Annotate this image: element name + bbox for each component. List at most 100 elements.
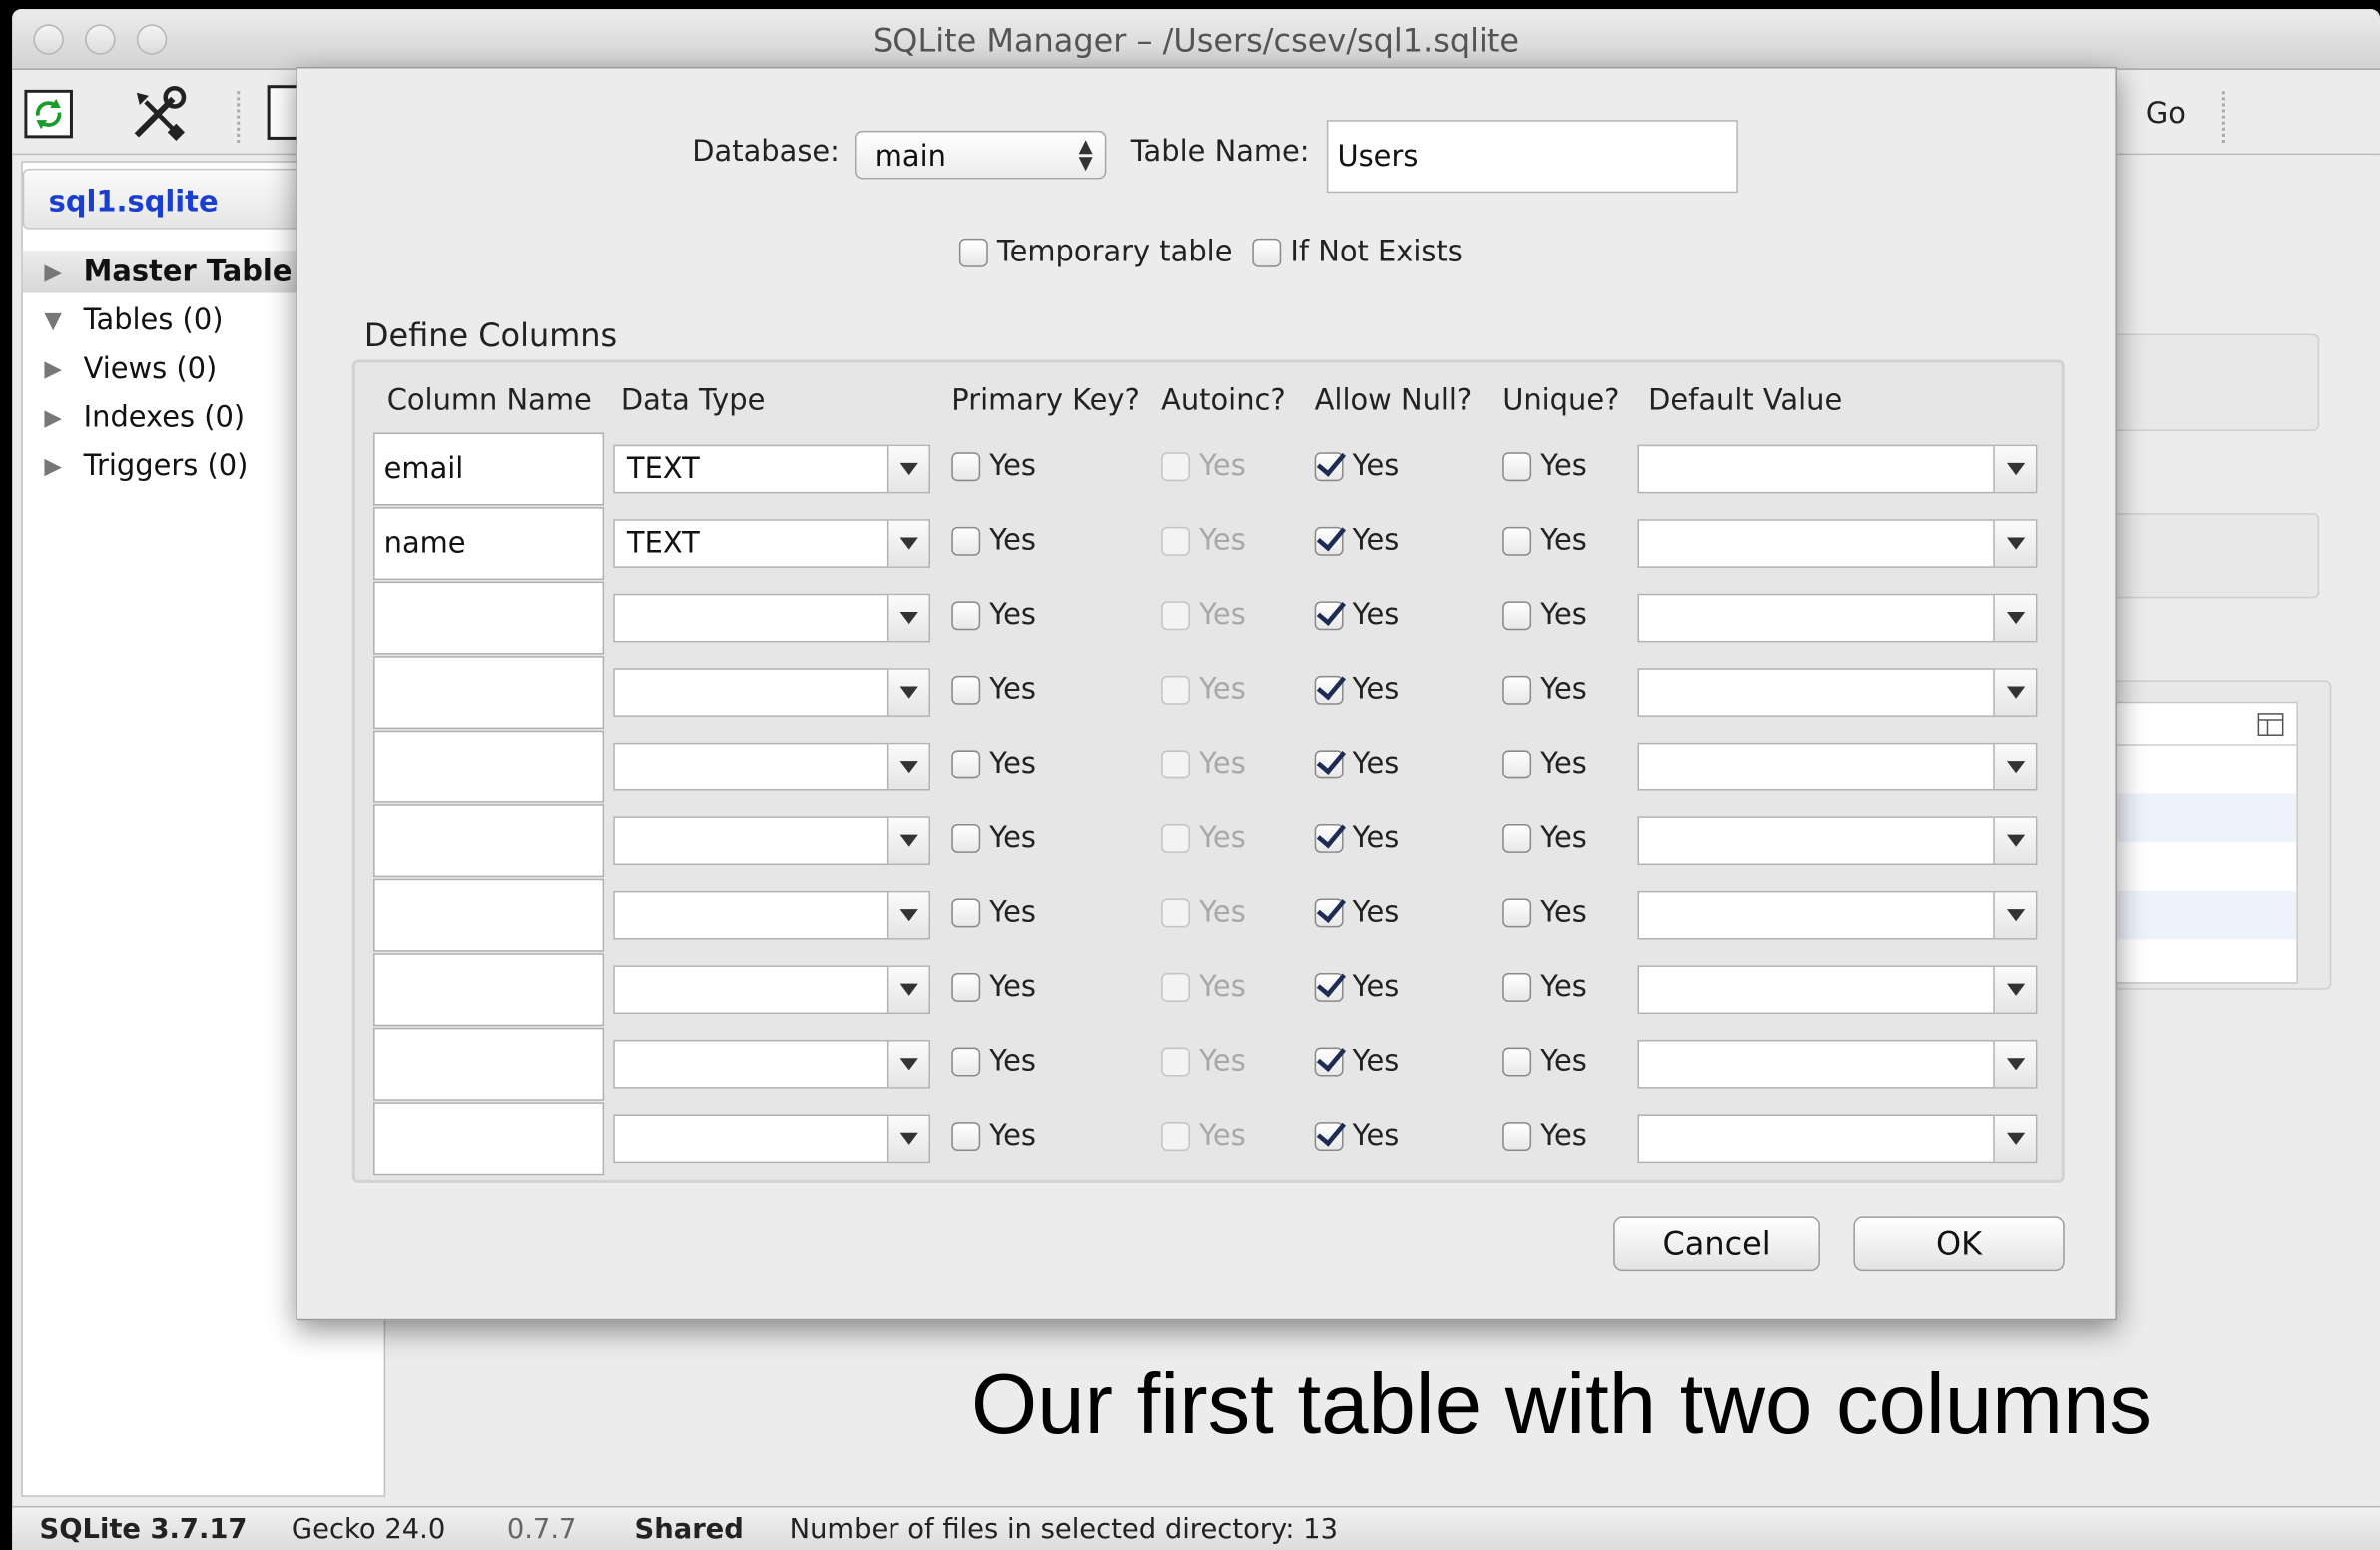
dropdown-button[interactable]	[1993, 669, 2036, 716]
temporary-table-checkbox[interactable]: Temporary table	[958, 236, 1232, 268]
primary-key-checkbox[interactable]: Yes	[951, 598, 1036, 632]
column-name-input[interactable]	[373, 1027, 605, 1101]
unique-checkbox[interactable]: Yes	[1502, 821, 1587, 854]
dropdown-button[interactable]	[886, 669, 929, 716]
column-name-input[interactable]	[373, 804, 605, 878]
checkbox-box[interactable]	[1314, 749, 1344, 778]
data-type-combo[interactable]	[613, 890, 931, 940]
table-name-input[interactable]: Users	[1326, 120, 1738, 194]
dropdown-button[interactable]	[886, 817, 929, 864]
primary-key-checkbox[interactable]: Yes	[951, 524, 1036, 557]
dropdown-button[interactable]	[886, 1041, 929, 1088]
dropdown-button[interactable]	[886, 595, 929, 641]
allow-null-checkbox[interactable]: Yes	[1314, 970, 1399, 1003]
checkbox-box[interactable]	[1502, 526, 1532, 555]
dropdown-button[interactable]	[1993, 817, 2036, 864]
checkbox-box[interactable]	[1502, 1046, 1532, 1076]
unique-checkbox[interactable]: Yes	[1502, 673, 1587, 706]
dropdown-button[interactable]	[886, 966, 929, 1013]
default-value-combo[interactable]	[1637, 444, 2038, 494]
column-name-input[interactable]: email	[373, 432, 605, 506]
checkbox-box[interactable]	[1502, 897, 1532, 927]
checkbox-box[interactable]	[1502, 823, 1532, 853]
default-value-combo[interactable]	[1637, 519, 2038, 568]
unique-checkbox[interactable]: Yes	[1502, 598, 1587, 632]
refresh-button[interactable]	[21, 88, 76, 140]
tools-button[interactable]	[125, 82, 192, 146]
default-value-combo[interactable]	[1637, 742, 2038, 791]
unique-checkbox[interactable]: Yes	[1502, 895, 1587, 929]
checkbox-box[interactable]	[951, 749, 981, 778]
checkbox-box[interactable]	[1502, 600, 1532, 630]
dropdown-button[interactable]	[886, 1116, 929, 1162]
primary-key-checkbox[interactable]: Yes	[951, 449, 1036, 483]
checkbox-box[interactable]	[951, 451, 981, 481]
primary-key-checkbox[interactable]: Yes	[951, 821, 1036, 854]
dropdown-button[interactable]	[1993, 1041, 2036, 1088]
dropdown-button[interactable]	[886, 520, 929, 567]
data-type-combo[interactable]	[613, 816, 931, 866]
checkbox-box[interactable]	[1314, 600, 1344, 630]
dropdown-button[interactable]	[886, 446, 929, 492]
dropdown-button[interactable]	[1993, 1116, 2036, 1162]
checkbox-box[interactable]	[951, 675, 981, 705]
default-value-combo[interactable]	[1637, 1114, 2038, 1164]
checkbox-box[interactable]	[1252, 238, 1282, 266]
default-value-combo[interactable]	[1637, 668, 2038, 717]
checkbox-box[interactable]	[951, 1121, 981, 1151]
data-type-combo[interactable]	[613, 668, 931, 717]
checkbox-box[interactable]	[1314, 1121, 1344, 1151]
ok-button[interactable]: OK	[1853, 1216, 2065, 1272]
dropdown-button[interactable]	[1993, 446, 2036, 492]
column-name-input[interactable]	[373, 656, 605, 730]
data-type-combo[interactable]	[613, 742, 931, 791]
default-value-combo[interactable]	[1637, 890, 2038, 940]
checkbox-box[interactable]	[951, 972, 981, 1002]
dropdown-button[interactable]	[886, 892, 929, 939]
data-type-combo[interactable]: TEXT	[613, 444, 931, 494]
data-type-combo[interactable]	[613, 965, 931, 1015]
go-button[interactable]: Go	[2146, 97, 2186, 130]
checkbox-box[interactable]	[1502, 675, 1532, 705]
data-type-combo[interactable]	[613, 1039, 931, 1089]
checkbox-box[interactable]	[958, 238, 988, 266]
column-name-input[interactable]	[373, 581, 605, 655]
allow-null-checkbox[interactable]: Yes	[1314, 895, 1399, 929]
default-value-combo[interactable]	[1637, 1039, 2038, 1089]
checkbox-box[interactable]	[1502, 451, 1532, 481]
allow-null-checkbox[interactable]: Yes	[1314, 821, 1399, 854]
column-name-input[interactable]	[373, 878, 605, 952]
allow-null-checkbox[interactable]: Yes	[1314, 747, 1399, 780]
checkbox-box[interactable]	[951, 897, 981, 927]
checkbox-box[interactable]	[1314, 972, 1344, 1002]
dropdown-button[interactable]	[1993, 966, 2036, 1013]
unique-checkbox[interactable]: Yes	[1502, 524, 1587, 557]
allow-null-checkbox[interactable]: Yes	[1314, 598, 1399, 632]
allow-null-checkbox[interactable]: Yes	[1314, 449, 1399, 483]
if-not-exists-checkbox[interactable]: If Not Exists	[1252, 236, 1463, 268]
dropdown-button[interactable]	[1993, 744, 2036, 789]
database-select[interactable]: main ▲ ▼	[854, 130, 1107, 180]
unique-checkbox[interactable]: Yes	[1502, 1045, 1587, 1078]
cancel-button[interactable]: Cancel	[1613, 1216, 1820, 1272]
checkbox-box[interactable]	[951, 526, 981, 555]
primary-key-checkbox[interactable]: Yes	[951, 1045, 1036, 1078]
checkbox-box[interactable]	[1314, 1046, 1344, 1076]
checkbox-box[interactable]	[951, 1046, 981, 1076]
column-name-input[interactable]: name	[373, 507, 605, 581]
column-name-input[interactable]	[373, 953, 605, 1027]
unique-checkbox[interactable]: Yes	[1502, 1119, 1587, 1153]
checkbox-box[interactable]	[951, 823, 981, 853]
primary-key-checkbox[interactable]: Yes	[951, 895, 1036, 929]
dropdown-button[interactable]	[886, 744, 929, 789]
checkbox-box[interactable]	[1502, 1121, 1532, 1151]
dropdown-button[interactable]	[1993, 595, 2036, 641]
column-name-input[interactable]	[373, 730, 605, 803]
allow-null-checkbox[interactable]: Yes	[1314, 1119, 1399, 1153]
data-type-combo[interactable]	[613, 1114, 931, 1164]
checkbox-box[interactable]	[1314, 451, 1344, 481]
data-type-combo[interactable]: TEXT	[613, 519, 931, 568]
default-value-combo[interactable]	[1637, 816, 2038, 866]
checkbox-box[interactable]	[1502, 749, 1532, 778]
checkbox-box[interactable]	[1314, 823, 1344, 853]
